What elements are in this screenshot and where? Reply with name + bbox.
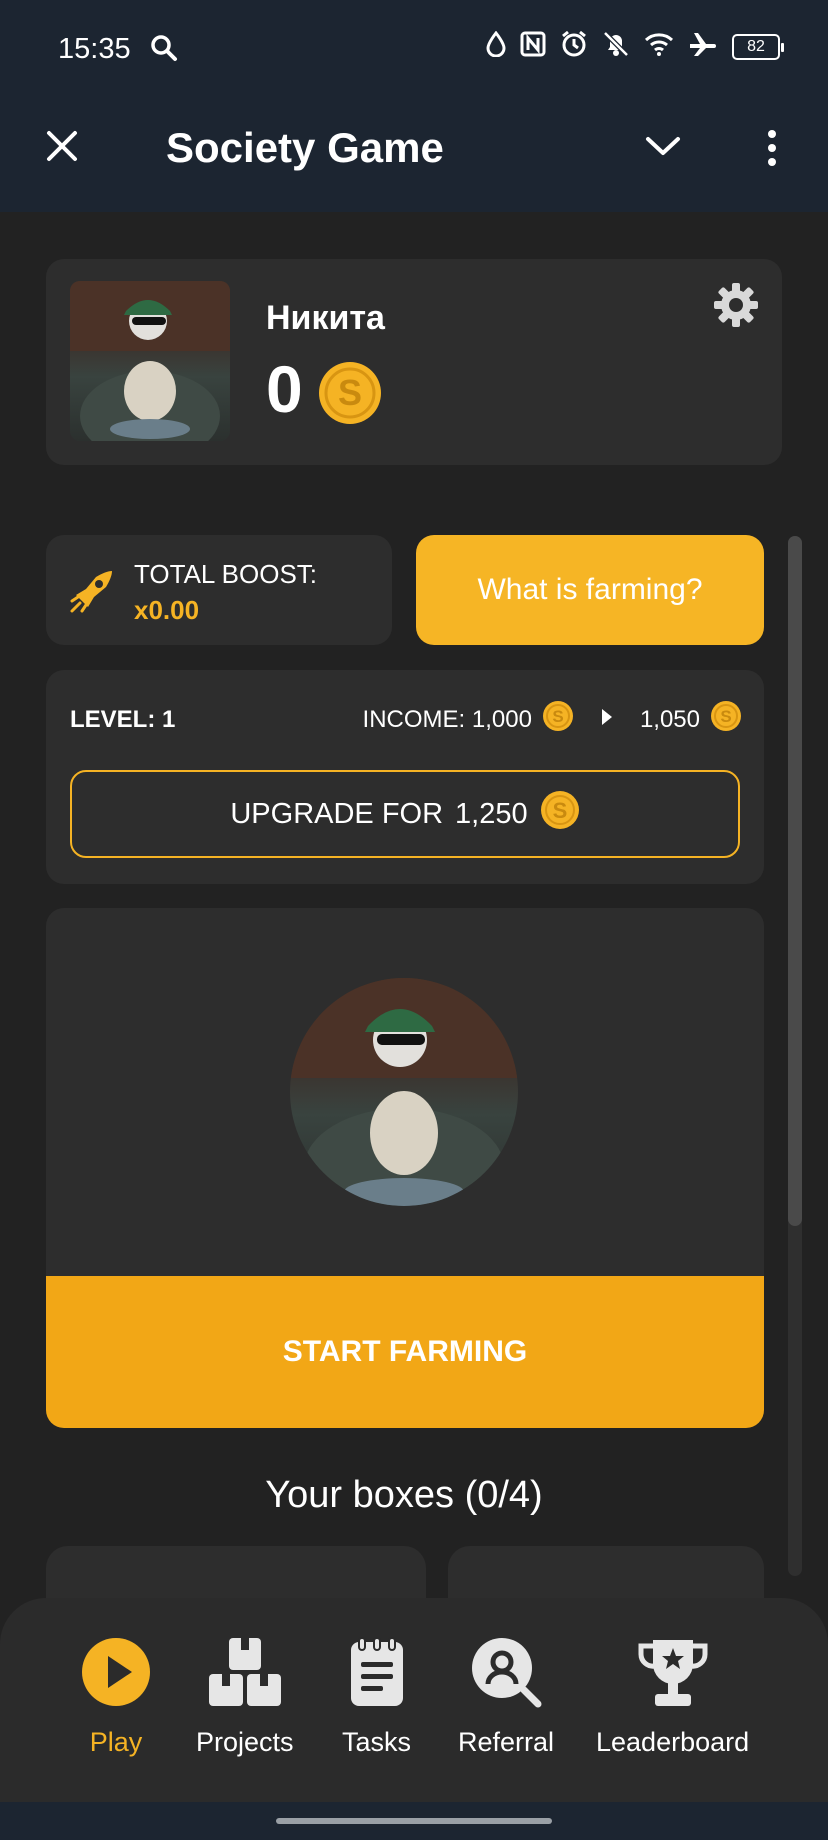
- upgrade-button[interactable]: UPGRADE FOR 1,250 S: [70, 770, 740, 858]
- scrollbar-thumb[interactable]: [788, 536, 802, 1226]
- more-options-icon[interactable]: [762, 128, 782, 173]
- what-is-farming-button[interactable]: What is farming?: [416, 535, 764, 645]
- coin-icon: S: [710, 700, 742, 739]
- drop-icon: [486, 30, 506, 62]
- nav-item-leaderboard[interactable]: Leaderboard: [596, 1636, 749, 1758]
- income-row: INCOME: 1,000 S 1,050 S: [363, 700, 742, 739]
- trophy-icon: [635, 1636, 711, 1713]
- home-indicator[interactable]: [276, 1818, 552, 1824]
- svg-text:S: S: [552, 798, 567, 823]
- clipboard-icon: [347, 1636, 407, 1713]
- income-next: 1,050: [639, 705, 700, 733]
- income-label: INCOME: 1,000: [362, 705, 532, 733]
- profile-card: Никита 0 S: [46, 259, 782, 465]
- nav-item-play[interactable]: Play: [80, 1636, 152, 1758]
- wifi-icon: [644, 32, 674, 61]
- chevron-down-icon[interactable]: [644, 134, 682, 163]
- rocket-icon: [68, 567, 116, 620]
- boost-value: x0.00: [134, 595, 200, 625]
- nav-label-tasks: Tasks: [342, 1727, 412, 1757]
- status-icons: 82: [486, 30, 784, 63]
- battery-icon: 82: [732, 33, 784, 60]
- bottom-nav: Play Projects Tasks Referral Leaderboard: [0, 1598, 828, 1802]
- nav-label-referral: Referral: [458, 1727, 555, 1757]
- close-icon[interactable]: [44, 128, 80, 169]
- play-icon: [80, 1636, 152, 1713]
- search-icon: [150, 34, 178, 67]
- profile-name: Никита: [266, 299, 385, 337]
- nav-label-leaderboard: Leaderboard: [596, 1727, 750, 1757]
- upgrade-cost: 1,250: [455, 797, 528, 830]
- farming-avatar: [290, 978, 518, 1206]
- nav-item-tasks[interactable]: Tasks: [342, 1636, 411, 1758]
- top-bar: 15:35 82 Society Game: [0, 0, 828, 212]
- box-card[interactable]: [46, 1546, 426, 1606]
- coin-icon: S: [318, 361, 382, 430]
- nav-label-projects: Projects: [196, 1727, 294, 1757]
- nfc-icon: [520, 31, 546, 62]
- upgrade-label: UPGRADE FOR: [230, 797, 444, 830]
- arrow-right-icon: [600, 706, 614, 734]
- page-title: Society Game: [166, 124, 444, 171]
- svg-text:S: S: [552, 707, 563, 726]
- boxes-icon: [207, 1636, 283, 1713]
- alarm-icon: [560, 30, 588, 63]
- boost-card: TOTAL BOOST: x0.00: [46, 535, 392, 645]
- status-time: 15:35: [58, 33, 131, 65]
- profile-balance: 0: [266, 352, 303, 426]
- bell-off-icon: [602, 30, 630, 63]
- airplane-icon: [688, 31, 718, 62]
- nav-item-projects[interactable]: Projects: [196, 1636, 294, 1758]
- boost-label: TOTAL BOOST:: [134, 559, 318, 589]
- svg-text:S: S: [338, 372, 362, 413]
- nav-item-referral[interactable]: Referral: [458, 1636, 554, 1758]
- level-label: LEVEL: 1: [70, 706, 176, 733]
- gear-icon[interactable]: [712, 281, 760, 334]
- coin-icon: S: [542, 700, 574, 739]
- coin-icon: S: [540, 790, 580, 838]
- level-card: LEVEL: 1 INCOME: 1,000 S 1,050 S UPGRADE…: [46, 670, 764, 884]
- start-farming-button[interactable]: START FARMING: [46, 1276, 764, 1428]
- nav-label-play: Play: [89, 1727, 143, 1757]
- boxes-title: Your boxes (0/4): [265, 1474, 543, 1516]
- farming-card: START FARMING: [46, 908, 764, 1428]
- box-card[interactable]: [448, 1546, 764, 1606]
- avatar: [70, 281, 230, 441]
- referral-icon: [470, 1636, 542, 1713]
- svg-text:S: S: [720, 707, 731, 726]
